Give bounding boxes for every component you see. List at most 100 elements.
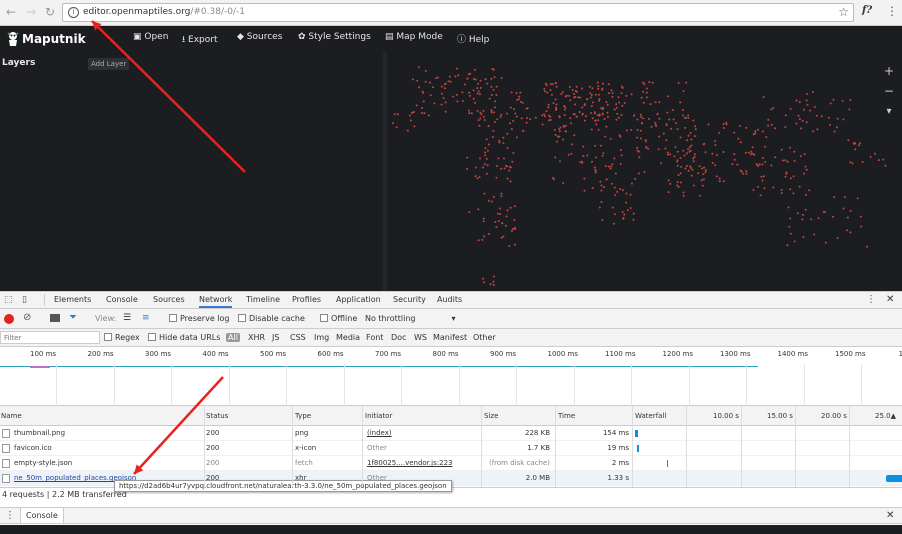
camera-icon[interactable] xyxy=(50,314,60,322)
place-dot xyxy=(506,177,509,180)
place-dot xyxy=(602,106,605,109)
filter-media[interactable]: Media xyxy=(336,333,360,342)
record-icon[interactable] xyxy=(4,314,14,324)
compass-icon[interactable]: ▾ xyxy=(882,106,896,117)
table-row[interactable]: empty-style.json 200 fetch 1f80025....ve… xyxy=(0,456,902,471)
regex-checkbox[interactable]: Regex xyxy=(104,333,140,342)
star-icon[interactable]: ☆ xyxy=(838,5,849,19)
filter-xhr[interactable]: XHR xyxy=(248,333,265,342)
col-status[interactable]: Status xyxy=(206,412,228,420)
place-dot xyxy=(558,130,561,133)
place-dot xyxy=(654,101,657,104)
map-canvas[interactable]: + − ▾ xyxy=(387,52,902,291)
place-dot xyxy=(520,100,522,103)
address-bar[interactable]: i editor.openmaptiles.org/#0.38/-0/-1 ☆ xyxy=(62,3,854,22)
waterfall-view-icon[interactable]: ≡ xyxy=(142,313,150,323)
layers-heading: Layers xyxy=(2,58,36,68)
place-dot xyxy=(525,117,528,119)
place-dot xyxy=(793,150,796,153)
arrow-left-icon[interactable]: ← xyxy=(4,5,18,19)
place-dot xyxy=(832,215,835,218)
open-button[interactable]: ▣ Open xyxy=(133,32,168,42)
col-initiator[interactable]: Initiator xyxy=(365,412,392,420)
filter-js[interactable]: JS xyxy=(272,333,279,342)
close-icon[interactable]: ✕ xyxy=(886,294,894,305)
tab-profiles[interactable]: Profiles xyxy=(292,295,321,304)
filter-img[interactable]: Img xyxy=(314,333,329,342)
inspect-icon[interactable]: ⬚ xyxy=(4,295,13,305)
col-time[interactable]: Time xyxy=(558,412,575,420)
place-dot xyxy=(476,87,479,90)
filter-other[interactable]: Other xyxy=(473,333,496,342)
table-row[interactable]: thumbnail.png 200 png (index) 228 KB 154… xyxy=(0,426,902,441)
offline-checkbox[interactable]: Offline xyxy=(320,314,357,323)
place-dot xyxy=(715,154,718,156)
filter-font[interactable]: Font xyxy=(366,333,383,342)
disable-cache-checkbox[interactable]: Disable cache xyxy=(238,314,305,323)
network-overview[interactable]: 100 ms 200 ms 300 ms 400 ms 500 ms 600 ms 700 … xyxy=(0,347,902,406)
tab-security[interactable]: Security xyxy=(393,295,426,304)
help-button[interactable]: ⓘ Help xyxy=(457,32,489,45)
tab-audits[interactable]: Audits xyxy=(437,295,462,304)
throttling-select[interactable]: No throttling ▾ xyxy=(365,314,456,323)
filter-manifest[interactable]: Manifest xyxy=(433,333,467,342)
clear-icon[interactable]: ⊘ xyxy=(23,312,31,323)
zoom-out-button[interactable]: − xyxy=(882,84,896,98)
kebab-menu-icon[interactable]: ⋮ xyxy=(886,4,898,18)
filter-css[interactable]: CSS xyxy=(290,333,306,342)
style-settings-button[interactable]: ✿ Style Settings xyxy=(298,32,371,42)
place-dot xyxy=(731,163,734,165)
place-dot xyxy=(569,99,572,102)
filter-ws[interactable]: WS xyxy=(414,333,427,342)
col-size[interactable]: Size xyxy=(484,412,498,420)
col-type[interactable]: Type xyxy=(295,412,311,420)
place-dot xyxy=(841,99,844,102)
map-mode-button[interactable]: ▤ Map Mode xyxy=(385,32,443,42)
filter-icon[interactable]: ⏷ xyxy=(69,312,77,323)
row-initiator[interactable]: (index) xyxy=(367,429,392,437)
hide-data-urls-checkbox[interactable]: Hide data URLs xyxy=(148,333,220,342)
requests-table-header: Name Status Type Initiator Size Time Wat… xyxy=(0,406,902,426)
browser-toolbar: ← → ↻ i editor.openmaptiles.org/#0.38/-0… xyxy=(0,0,902,26)
info-icon[interactable]: i xyxy=(68,7,79,18)
col-name[interactable]: Name xyxy=(1,412,22,420)
add-layer-tooltip[interactable]: Add Layer xyxy=(88,58,130,70)
list-view-icon[interactable]: ☰ xyxy=(123,313,131,323)
console-drawer-tab[interactable]: Console xyxy=(20,508,64,523)
tab-application[interactable]: Application xyxy=(336,295,381,304)
place-dot xyxy=(478,176,481,179)
preserve-log-checkbox[interactable]: Preserve log xyxy=(169,314,230,323)
sources-button[interactable]: ◆ Sources xyxy=(237,32,282,42)
filter-all[interactable]: All xyxy=(226,333,240,342)
close-drawer-icon[interactable]: ✕ xyxy=(886,510,894,521)
devtools-menu-icon[interactable]: ⋮ xyxy=(866,294,876,305)
tab-timeline[interactable]: Timeline xyxy=(246,295,280,304)
device-icon[interactable]: ▯ xyxy=(22,295,27,305)
place-dot xyxy=(679,157,682,159)
reload-icon[interactable]: ↻ xyxy=(43,5,57,19)
row-initiator[interactable]: 1f80025....vendor.js:223 xyxy=(367,459,452,467)
arrow-right-icon[interactable]: → xyxy=(24,5,38,19)
place-dot xyxy=(665,124,668,127)
place-dot xyxy=(556,140,559,143)
place-dot xyxy=(806,103,809,106)
place-dot xyxy=(473,68,476,71)
waterfall-tick-25s: 25.0▲ xyxy=(875,412,896,420)
tab-network[interactable]: Network xyxy=(199,295,233,308)
filter-input[interactable] xyxy=(0,331,100,344)
place-dot xyxy=(559,160,561,163)
extension-button[interactable]: f? xyxy=(862,5,872,16)
place-dot xyxy=(477,208,480,211)
filter-doc[interactable]: Doc xyxy=(391,333,406,342)
table-row[interactable]: favicon.ico 200 x-icon Other 1.7 KB 19 m… xyxy=(0,441,902,456)
zoom-in-button[interactable]: + xyxy=(882,64,896,78)
brand-title[interactable]: Maputnik xyxy=(22,32,86,46)
drawer-menu-icon[interactable]: ⋮ xyxy=(5,510,15,521)
export-button[interactable]: ⭳ Export xyxy=(182,32,217,48)
col-waterfall[interactable]: Waterfall xyxy=(635,412,666,420)
tab-sources[interactable]: Sources xyxy=(153,295,185,304)
tab-console[interactable]: Console xyxy=(106,295,138,304)
place-dot xyxy=(742,172,745,175)
tab-elements[interactable]: Elements xyxy=(54,295,91,304)
place-dot xyxy=(752,189,755,191)
